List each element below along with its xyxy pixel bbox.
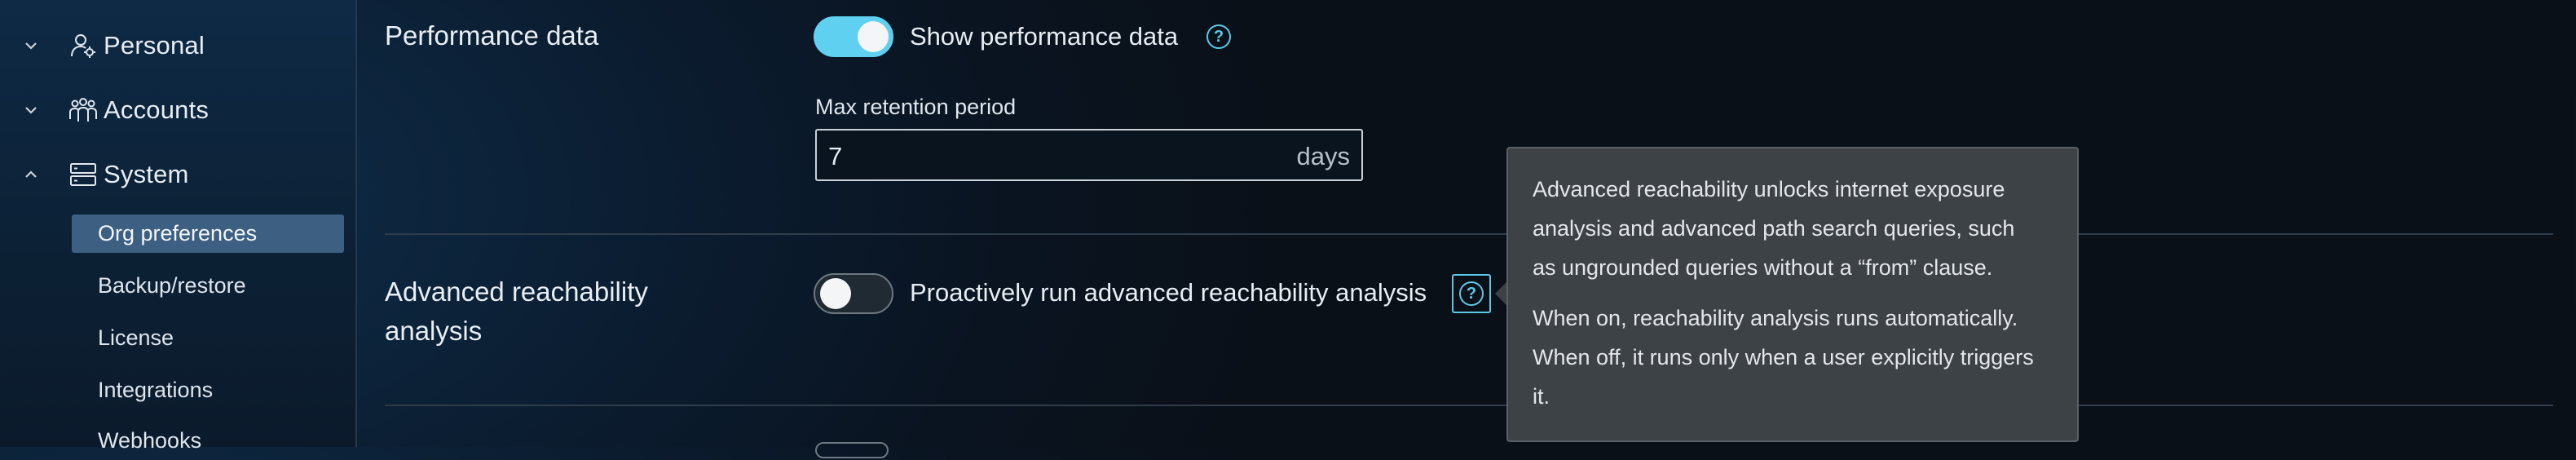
sidebar-group-label: Personal: [104, 31, 205, 60]
sidebar-item-label: Org preferences: [98, 221, 258, 245]
sidebar-item-license[interactable]: License: [72, 319, 344, 357]
sidebar-group-accounts[interactable]: Accounts: [0, 86, 355, 135]
help-icon[interactable]: ?: [1206, 24, 1231, 49]
server-icon: [68, 160, 98, 189]
tooltip-line: it.: [1533, 384, 1550, 409]
section-title-reachability: Advanced reachability analysis: [385, 272, 648, 351]
retention-unit: days: [1296, 142, 1350, 170]
retention-label: Max retention period: [815, 95, 1017, 119]
section-title-line: Advanced reachability: [385, 276, 648, 307]
users-icon: [68, 95, 98, 125]
help-tooltip: Advanced reachability unlocks internet e…: [1506, 147, 2079, 442]
sidebar: Personal Accounts System Org preferences…: [0, 0, 357, 453]
sidebar-item-org-preferences[interactable]: Org preferences: [72, 215, 344, 253]
tooltip-paragraph: When on, reachability analysis runs auto…: [1533, 299, 2053, 416]
sidebar-item-backup-restore[interactable]: Backup/restore: [72, 267, 344, 305]
sidebar-group-personal[interactable]: Personal: [0, 21, 355, 70]
sidebar-item-label: Integrations: [98, 378, 214, 402]
section-divider: [385, 233, 2553, 235]
tooltip-line: When on, reachability analysis runs auto…: [1533, 306, 2018, 330]
tooltip-line: analysis and advanced path search querie…: [1533, 216, 2015, 241]
section-title-line: analysis: [385, 316, 483, 346]
sidebar-item-integrations[interactable]: Integrations: [72, 371, 344, 409]
reachability-toggle-label: Proactively run advanced reachability an…: [910, 278, 1427, 307]
section-divider: [385, 405, 2553, 406]
toggle-knob: [858, 21, 889, 52]
sidebar-group-system[interactable]: System: [0, 150, 355, 199]
chevron-down-icon: [21, 100, 41, 120]
sidebar-item-label: Webhooks: [98, 428, 202, 453]
tooltip-paragraph: Advanced reachability unlocks internet e…: [1533, 170, 2053, 287]
tooltip-arrow: [1495, 282, 1506, 305]
tooltip-line: as ungrounded queries without a “from” c…: [1533, 255, 1993, 280]
sidebar-item-label: License: [98, 325, 174, 350]
sidebar-item-label: Backup/restore: [98, 273, 246, 298]
retention-input[interactable]: 7 days: [815, 129, 1363, 181]
next-section-toggle[interactable]: [815, 442, 889, 458]
retention-value: 7: [828, 142, 843, 170]
sidebar-group-label: System: [104, 160, 189, 188]
chevron-down-icon: [21, 36, 41, 55]
tooltip-line: Advanced reachability unlocks internet e…: [1533, 177, 2005, 201]
user-gear-icon: [68, 31, 98, 60]
help-icon[interactable]: ?: [1459, 281, 1484, 306]
section-title-performance: Performance data: [385, 20, 599, 51]
sidebar-item-webhooks[interactable]: Webhooks: [72, 422, 344, 460]
tooltip-line: When off, it runs only when a user expli…: [1533, 345, 2034, 369]
advanced-reachability-toggle[interactable]: [814, 273, 893, 314]
chevron-up-icon: [21, 165, 41, 184]
toggle-knob: [820, 278, 851, 309]
sidebar-group-label: Accounts: [104, 95, 210, 124]
performance-toggle-label: Show performance data: [910, 22, 1179, 51]
performance-data-toggle[interactable]: [814, 16, 893, 57]
